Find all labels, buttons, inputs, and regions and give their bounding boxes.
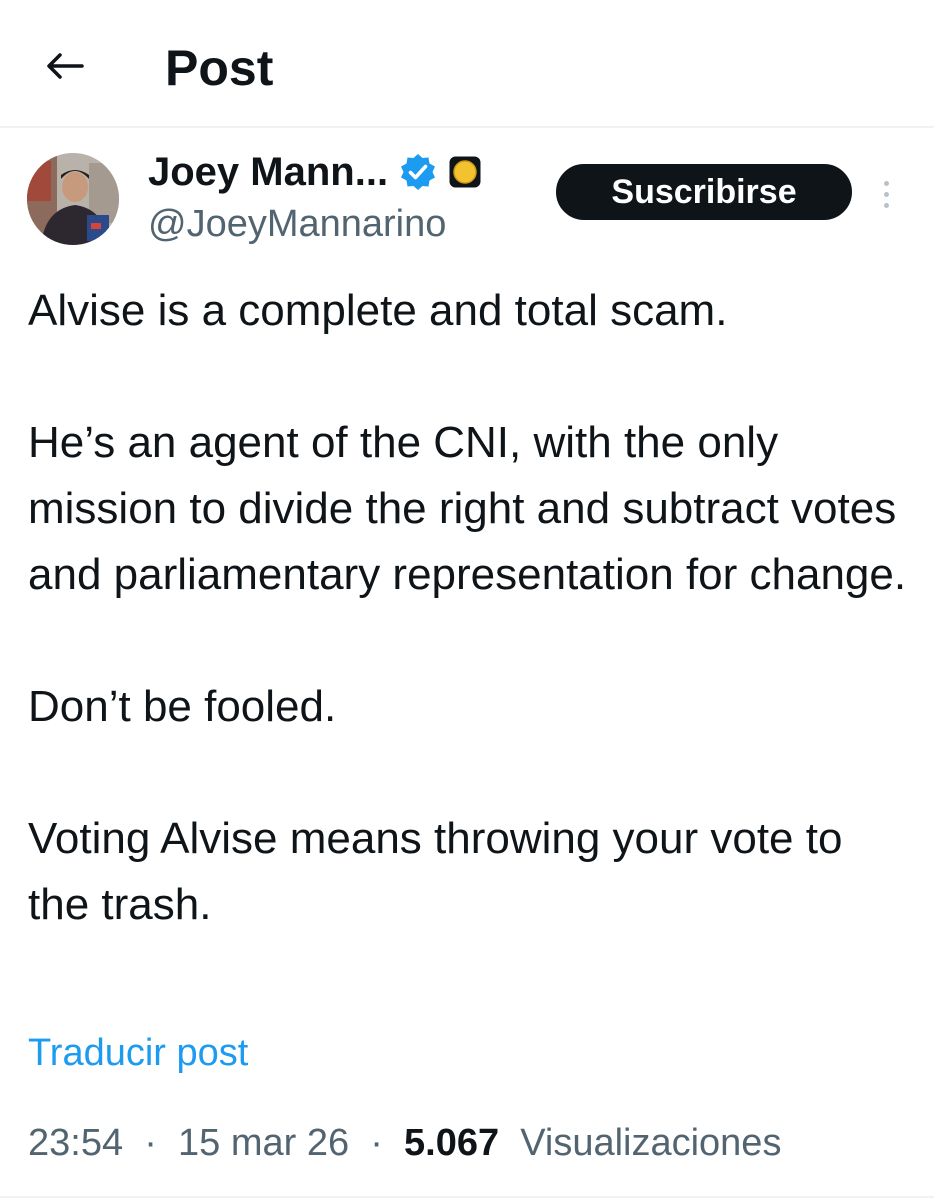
meta-separator: ·	[133, 1122, 168, 1164]
meta-separator: ·	[359, 1122, 394, 1164]
divider	[0, 1196, 934, 1198]
post-page: Post Joey Mann... @JoeyMannarino Suscrib…	[0, 0, 934, 1200]
post-text: Alvise is a complete and total scam. He’…	[28, 278, 908, 1004]
post-metadata: 23:54 · 15 mar 26 · 5.067 Visualizacione…	[28, 1115, 781, 1171]
views-count[interactable]: 5.067	[404, 1122, 499, 1164]
post-paragraph: He’s an agent of the CNI, with the only …	[28, 418, 907, 599]
more-vertical-icon-dot-1	[883, 180, 889, 186]
back-button[interactable]	[40, 42, 88, 90]
top-bar: Post	[0, 0, 934, 128]
views-label: Visualizaciones	[509, 1122, 782, 1164]
avatar[interactable]	[27, 153, 119, 245]
verified-badge-icon	[401, 154, 436, 190]
more-vertical-icon-dot-2	[883, 191, 889, 197]
post-date[interactable]: 15 mar 26	[178, 1122, 349, 1164]
more-vertical-icon-dot-3	[883, 202, 889, 208]
post-paragraph: Don’t be fooled.	[28, 682, 337, 731]
author-name-row: Joey Mann...	[148, 145, 482, 199]
post-paragraph: Voting Alvise means throwing your vote t…	[28, 814, 843, 929]
post-paragraph: Alvise is a complete and total scam.	[28, 286, 728, 335]
author-handle[interactable]: @JoeyMannarino	[148, 200, 446, 248]
more-options-button[interactable]	[872, 172, 900, 216]
post-time[interactable]: 23:54	[28, 1122, 123, 1164]
author-display-name[interactable]: Joey Mann...	[148, 146, 388, 198]
subscribe-button[interactable]: Suscribirse	[556, 164, 852, 220]
avatar-image	[27, 153, 119, 245]
page-title: Post	[165, 40, 274, 96]
translate-post-link[interactable]: Traducir post	[28, 1027, 248, 1079]
arrow-left-icon	[47, 53, 84, 79]
affiliate-badge-icon[interactable]	[448, 155, 482, 189]
